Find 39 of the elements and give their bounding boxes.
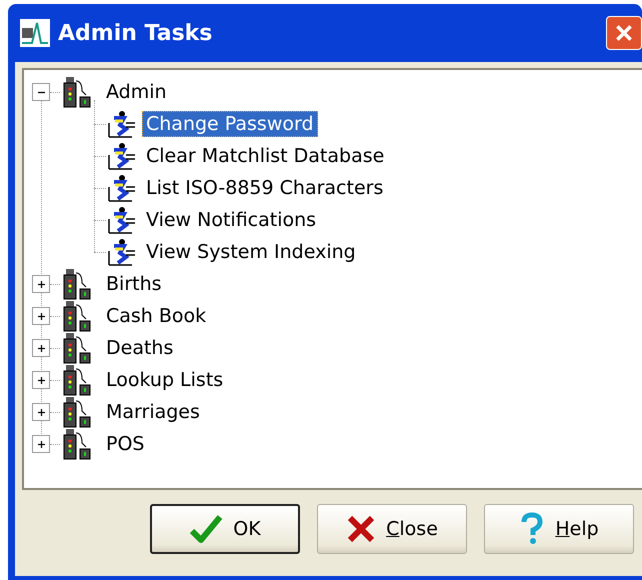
x-icon	[346, 514, 376, 544]
plus-icon	[36, 344, 46, 352]
ok-button[interactable]: OK	[150, 504, 300, 554]
question-mark-icon	[519, 512, 546, 546]
tree-item[interactable]: Lookup Lists	[102, 367, 228, 393]
tree-item[interactable]: Admin	[102, 79, 171, 105]
expand-toggle[interactable]	[32, 83, 50, 101]
tree-item[interactable]: List ISO-8859 Characters	[142, 175, 388, 201]
plus-icon	[36, 280, 46, 288]
running-figure-icon	[106, 173, 136, 203]
running-figure-icon	[106, 205, 136, 235]
help-button[interactable]: Help	[484, 504, 634, 554]
tree-item[interactable]: Births	[102, 271, 166, 297]
plus-icon	[36, 408, 46, 416]
running-figure-icon	[106, 141, 136, 171]
tree-item[interactable]: Change Password	[142, 111, 318, 137]
plus-icon	[36, 376, 46, 384]
close-button[interactable]	[606, 16, 642, 50]
app-logo-icon	[20, 19, 50, 47]
running-figure-icon	[106, 109, 136, 139]
tree-item[interactable]: POS	[102, 431, 148, 457]
tree-item[interactable]: Clear Matchlist Database	[142, 143, 388, 169]
expand-toggle[interactable]	[32, 307, 50, 325]
plus-icon	[36, 440, 46, 448]
tree-item[interactable]: Marriages	[102, 399, 204, 425]
window-title: Admin Tasks	[58, 20, 212, 46]
tree-item[interactable]: Cash Book	[102, 303, 210, 329]
expand-toggle[interactable]	[32, 275, 50, 293]
running-figure-icon	[106, 237, 136, 267]
check-icon	[189, 514, 224, 544]
expand-toggle[interactable]	[32, 403, 50, 421]
plus-icon	[36, 312, 46, 320]
expand-toggle[interactable]	[32, 435, 50, 453]
tree-item[interactable]: View Notifications	[142, 207, 320, 233]
expand-toggle[interactable]	[32, 339, 50, 357]
close-button[interactable]: Close	[317, 504, 467, 554]
expand-toggle[interactable]	[32, 371, 50, 389]
tree-item[interactable]: View System Indexing	[142, 239, 360, 265]
tree-item[interactable]: Deaths	[102, 335, 178, 361]
